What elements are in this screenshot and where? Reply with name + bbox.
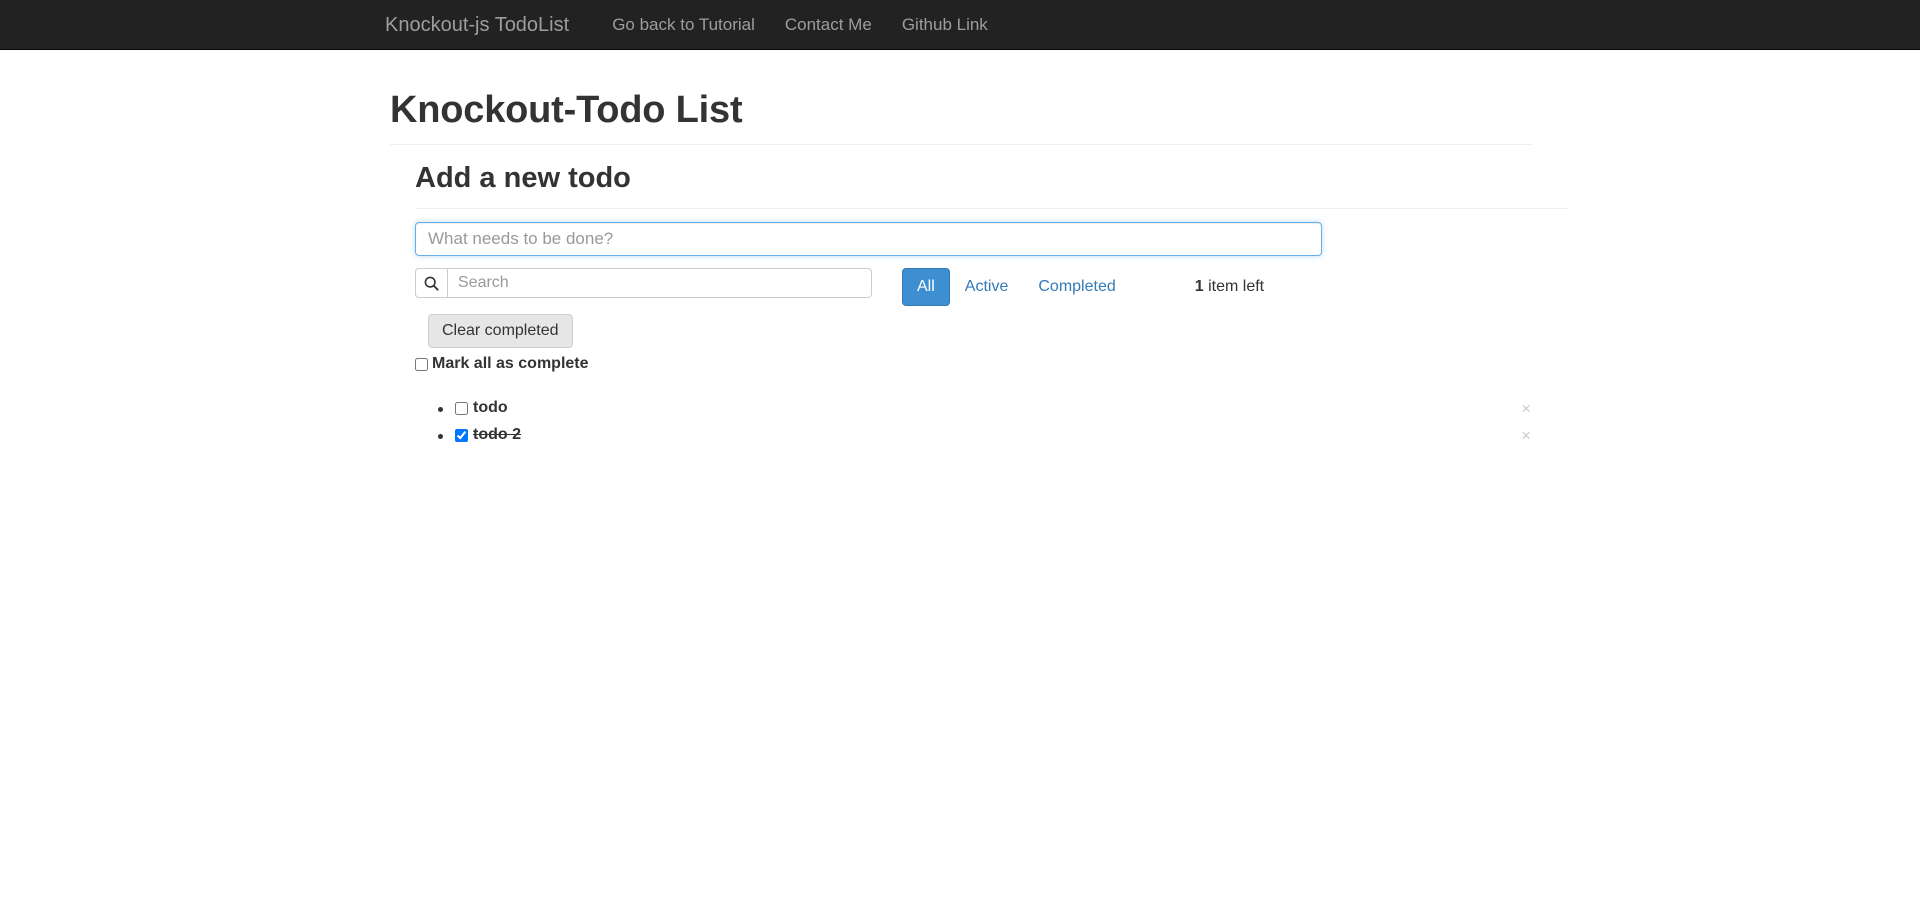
todo-list: todo × todo 2 × xyxy=(415,399,1555,444)
new-todo-input[interactable] xyxy=(415,222,1322,256)
mark-all-label[interactable]: Mark all as complete xyxy=(432,355,589,373)
search-icon[interactable] xyxy=(415,268,447,298)
todo-checkbox[interactable] xyxy=(455,428,468,442)
search-input[interactable] xyxy=(447,268,872,298)
todo-delete-button[interactable]: × xyxy=(1519,427,1533,444)
clear-completed-button[interactable]: Clear completed xyxy=(428,314,573,349)
mark-all-row: Mark all as complete xyxy=(415,355,1920,373)
filter-group: All Active Completed 1 item left xyxy=(902,268,1264,307)
todo-list-item: todo 2 × xyxy=(455,426,1555,444)
todo-label[interactable]: todo xyxy=(473,399,508,417)
navbar-brand[interactable]: Knockout-js TodoList xyxy=(385,15,569,35)
clear-completed-row: Clear completed xyxy=(415,314,1920,349)
add-todo-section: Add a new todo All Active Completed xyxy=(390,161,1920,444)
todo-delete-button[interactable]: × xyxy=(1519,400,1533,417)
items-left-status: 1 item left xyxy=(1195,278,1264,296)
items-left-count: 1 xyxy=(1194,278,1204,296)
items-left-suffix: item left xyxy=(1203,278,1265,296)
controls-row: All Active Completed 1 item left xyxy=(415,268,1920,307)
filter-active-button[interactable]: Active xyxy=(950,268,1024,306)
nav-link-tutorial[interactable]: Go back to Tutorial xyxy=(597,16,770,33)
search-group xyxy=(415,268,872,298)
title-divider xyxy=(390,144,1533,145)
todo-row: todo × xyxy=(455,399,1555,417)
navbar: Knockout-js TodoList Go back to Tutorial… xyxy=(0,0,1920,50)
todo-list-item: todo × xyxy=(455,399,1555,417)
nav-link-contact[interactable]: Contact Me xyxy=(770,16,887,33)
todo-label[interactable]: todo 2 xyxy=(473,426,521,444)
section-divider xyxy=(415,208,1568,209)
page-title: Knockout-Todo List xyxy=(390,89,743,131)
navbar-links: Go back to Tutorial Contact Me Github Li… xyxy=(597,16,1003,33)
mark-all-checkbox[interactable] xyxy=(415,357,428,371)
section-title: Add a new todo xyxy=(415,162,631,194)
new-todo-wrapper xyxy=(415,222,1920,256)
filter-all-button[interactable]: All xyxy=(902,268,950,307)
main-container: Knockout-Todo List Add a new todo All xyxy=(0,50,1920,444)
todo-row: todo 2 × xyxy=(455,426,1555,444)
filter-completed-button[interactable]: Completed xyxy=(1023,268,1130,306)
todo-checkbox[interactable] xyxy=(455,401,468,415)
nav-link-github[interactable]: Github Link xyxy=(887,16,1003,33)
